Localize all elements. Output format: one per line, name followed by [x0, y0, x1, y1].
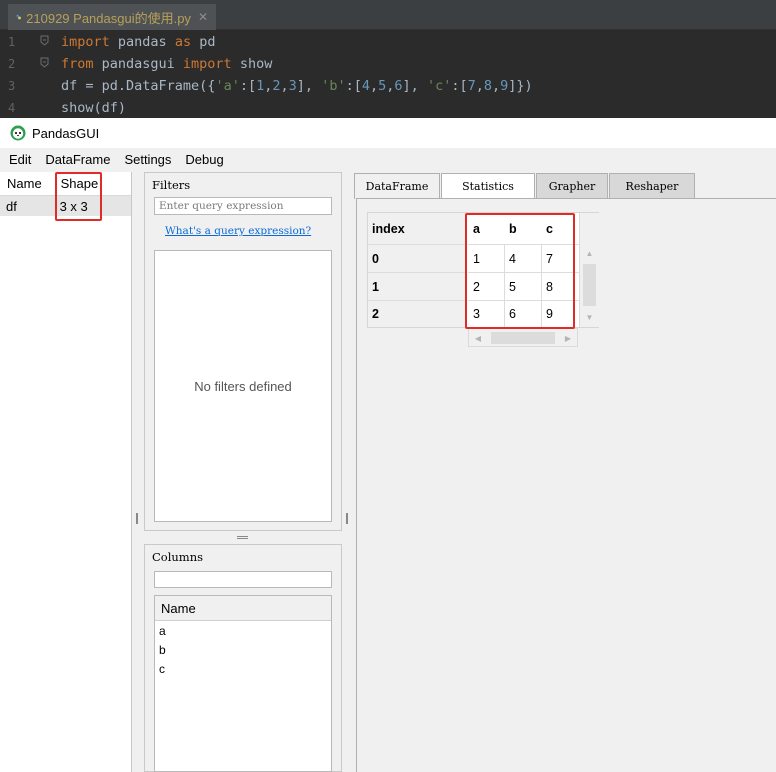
fold-marker-icon: [40, 57, 61, 71]
column-item[interactable]: b: [155, 640, 331, 659]
header-corner: [579, 213, 599, 244]
dataframe-list: Name Shape df 3 x 3: [0, 172, 132, 772]
column-search-input[interactable]: [154, 571, 332, 588]
left-splitter-handle[interactable]: [136, 513, 138, 524]
horizontal-scroll-thumb[interactable]: [491, 332, 555, 344]
line-number: 3: [8, 79, 16, 93]
code-token: pandasgui: [93, 56, 183, 72]
ide-tab-filename: 210929 Pandasgui的使用.py: [26, 10, 191, 26]
code-token: 4: [361, 78, 370, 94]
tab-statistics[interactable]: Statistics: [441, 173, 535, 198]
vertical-scrollbar[interactable]: ▲ ▼: [579, 244, 599, 327]
vertical-scroll-thumb[interactable]: [583, 264, 596, 306]
query-help-link[interactable]: What's a query expression?: [165, 225, 311, 237]
name-column-header[interactable]: Name: [0, 172, 54, 195]
code-line[interactable]: 1 import pandas as pd: [0, 31, 776, 53]
code-token: 1: [256, 78, 265, 94]
code-token: show: [231, 56, 273, 72]
line-number: 4: [8, 101, 16, 115]
menu-debug[interactable]: Debug: [180, 152, 228, 167]
window-title: PandasGUI: [32, 125, 100, 141]
shape-highlight-box: [55, 172, 102, 221]
column-item[interactable]: a: [155, 621, 331, 640]
filters-list: No filters defined: [154, 250, 332, 522]
code-token: import: [182, 56, 232, 72]
line-number: 2: [8, 57, 16, 71]
code-text: import pandas as pd: [61, 34, 215, 50]
code-text: from pandasgui import show: [61, 56, 272, 72]
code-token: 'b': [321, 78, 346, 94]
code-text: df = pd.DataFrame({'a':[1,2,3], 'b':[4,5…: [61, 78, 533, 94]
tab-reshaper[interactable]: Reshaper: [609, 173, 695, 198]
code-line[interactable]: 3 df = pd.DataFrame({'a':[1,2,3], 'b':[4,…: [0, 75, 776, 97]
scroll-down-icon[interactable]: ▼: [582, 310, 597, 324]
scroll-up-icon[interactable]: ▲: [582, 246, 597, 260]
code-token: ],: [296, 78, 322, 94]
code-token: ]}): [508, 78, 533, 94]
query-expression-input[interactable]: [154, 197, 332, 215]
code-token: ,: [280, 78, 289, 94]
index-header[interactable]: index: [368, 213, 466, 244]
code-token: pandas: [109, 34, 175, 50]
code-token: 2: [272, 78, 281, 94]
code-token: 'c': [426, 78, 452, 94]
panda-logo-icon: [10, 125, 26, 141]
columns-title: Columns: [152, 550, 204, 564]
code-token: ],: [402, 78, 427, 94]
code-line[interactable]: 4 show(df): [0, 97, 776, 118]
code-token: from: [61, 56, 94, 72]
ide-tab-bar: 210929 Pandasgui的使用.py ✕: [0, 0, 776, 30]
menu-dataframe[interactable]: DataFrame: [40, 152, 115, 167]
filters-title: Filters: [152, 178, 191, 192]
data-columns-highlight-box: [465, 213, 575, 329]
ide-file-tab[interactable]: 210929 Pandasgui的使用.py ✕: [8, 4, 216, 30]
code-text: show(df): [61, 100, 126, 116]
code-line[interactable]: 2 from pandasgui import show: [0, 53, 776, 75]
code-token: df = pd.DataFrame({: [61, 78, 216, 94]
horizontal-scrollbar[interactable]: ◀ ▶: [468, 328, 578, 347]
code-token: import: [61, 34, 110, 50]
code-token: ,: [369, 78, 379, 94]
column-item[interactable]: c: [155, 659, 331, 678]
index-cell[interactable]: 0: [368, 244, 466, 272]
no-filters-text: No filters defined: [194, 378, 292, 394]
close-icon[interactable]: ✕: [198, 10, 208, 24]
index-cell[interactable]: 2: [368, 300, 466, 327]
code-token: 7: [467, 78, 476, 94]
menu-settings[interactable]: Settings: [119, 152, 176, 167]
code-token: 8: [483, 78, 493, 94]
fold-marker-icon: [40, 35, 61, 49]
code-token: :[: [239, 78, 257, 94]
window-titlebar: PandasGUI: [0, 118, 776, 148]
scroll-left-icon[interactable]: ◀: [471, 331, 485, 345]
line-number: 1: [8, 35, 16, 49]
tab-grapher[interactable]: Grapher: [536, 173, 608, 198]
tab-dataframe[interactable]: DataFrame: [354, 173, 440, 199]
column-list: Name a b c: [154, 595, 332, 772]
code-token: pd: [191, 34, 216, 50]
code-token: ,: [475, 78, 484, 94]
code-token: as: [174, 34, 192, 50]
code-token: 'a': [215, 78, 240, 94]
menu-edit[interactable]: Edit: [4, 152, 36, 167]
code-token: 3: [288, 78, 297, 94]
column-list-header[interactable]: Name: [155, 596, 331, 621]
middle-splitter-handle[interactable]: [346, 513, 348, 524]
ide-editor: 210929 Pandasgui的使用.py ✕ 1 import pandas …: [0, 0, 776, 118]
scroll-right-icon[interactable]: ▶: [561, 331, 575, 345]
code-token: show(df): [61, 100, 127, 116]
code-token: :[: [451, 78, 468, 94]
code-token: 6: [394, 78, 403, 94]
python-file-icon: [16, 14, 21, 20]
menu-bar: Edit DataFrame Settings Debug: [0, 148, 776, 171]
view-tabs: DataFrame Statistics Grapher Reshaper: [354, 173, 696, 199]
code-token: ,: [492, 78, 501, 94]
code-token: :[: [345, 78, 362, 94]
filters-columns-splitter-handle[interactable]: [237, 536, 248, 539]
dataframe-name: df: [6, 198, 17, 214]
index-cell[interactable]: 1: [368, 272, 466, 300]
